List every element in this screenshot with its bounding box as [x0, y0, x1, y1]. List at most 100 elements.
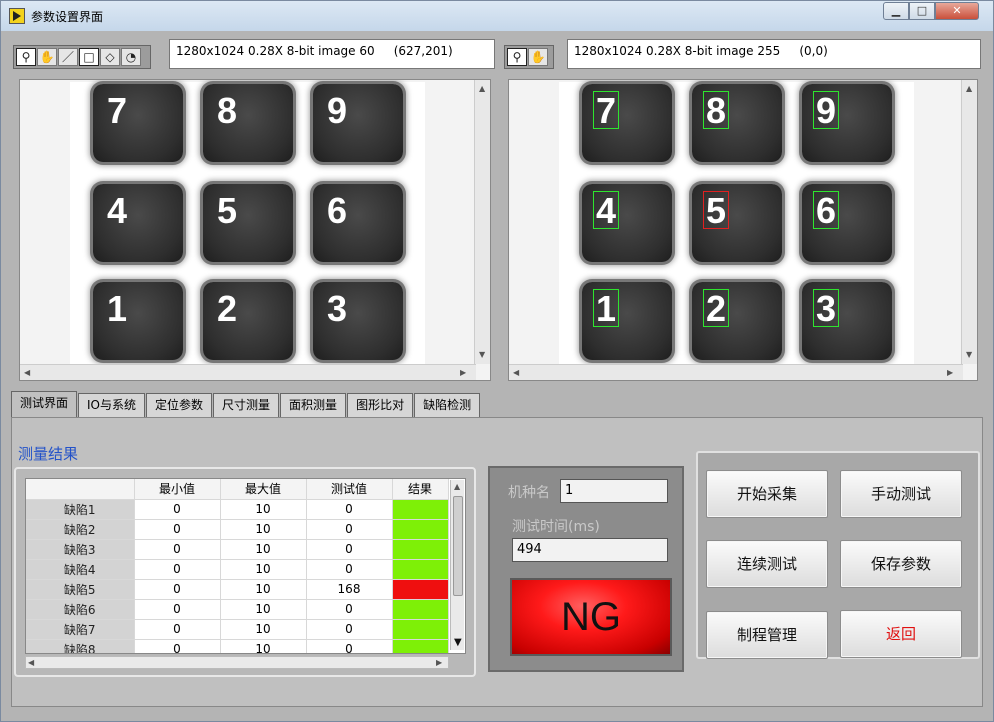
manual-test-button[interactable]: 手动测试 — [840, 470, 962, 518]
table-row: 缺陷2 0 10 0 — [26, 519, 449, 540]
tab-5[interactable]: 图形比对 — [347, 393, 414, 417]
cell-value: 0 — [306, 639, 393, 653]
cell-max: 10 — [220, 599, 307, 620]
table-row: 缺陷6 0 10 0 — [26, 599, 449, 620]
keypad-digit: 2 — [217, 288, 238, 329]
column-header: 测试值 — [306, 479, 393, 500]
keypad-digit: 9 — [327, 90, 348, 131]
left-image-display[interactable]: 7 8 9 4 5 6 1 2 3 ▲ ▼ ◀ ▶ — [19, 79, 491, 381]
right-viewer-toolbar: ⚲ ✋ — [504, 45, 554, 69]
save-params-button[interactable]: 保存参数 — [840, 540, 962, 588]
cell-max: 10 — [220, 559, 307, 580]
start-capture-button[interactable]: 开始采集 — [706, 470, 828, 518]
table-row: 缺陷1 0 10 0 — [26, 499, 449, 520]
tab-2[interactable]: 定位参数 — [146, 393, 213, 417]
tab-0[interactable]: 测试界面 — [11, 391, 78, 417]
cell-max: 10 — [220, 499, 307, 520]
zoom-icon[interactable]: ⚲ — [507, 48, 527, 66]
continuous-test-button[interactable]: 连续测试 — [706, 540, 828, 588]
hand-pan-icon[interactable]: ✋ — [528, 48, 548, 66]
keypad-key: 9 — [313, 84, 403, 162]
cell-name: 缺陷1 — [26, 499, 135, 520]
table-vertical-scroll-thumb[interactable] — [453, 496, 463, 596]
match-detection-box — [813, 289, 839, 327]
maximize-button[interactable]: □ — [909, 2, 935, 20]
tab-4[interactable]: 面积测量 — [280, 393, 347, 417]
cell-max: 10 — [220, 539, 307, 560]
title-bar: 参数设置界面 ▁ □ ✕ — [1, 1, 993, 31]
column-header — [26, 479, 135, 500]
left-viewer-toolbar: ⚲ ✋ ／ □ ◇ ◔ — [13, 45, 151, 69]
table-row: 缺陷8 0 10 0 — [26, 639, 449, 653]
keypad-key: 7 — [93, 84, 183, 162]
match-detection-box — [813, 191, 839, 229]
column-header: 结果 — [392, 479, 449, 500]
cell-name: 缺陷4 — [26, 559, 135, 580]
left-horizontal-scrollbar[interactable]: ◀ ▶ — [20, 364, 476, 380]
rectangle-icon[interactable]: □ — [79, 48, 99, 66]
keypad-key: 6 — [313, 184, 403, 262]
line-icon[interactable]: ／ — [58, 48, 78, 66]
keypad-digit: 3 — [327, 288, 348, 329]
hand-pan-icon[interactable]: ✋ — [37, 48, 57, 66]
control-button-panel: 开始采集 手动测试 连续测试 保存参数 制程管理 返回 — [696, 451, 980, 659]
cell-min: 0 — [134, 599, 221, 620]
keypad-digit: 8 — [217, 90, 238, 131]
table-header-row: 最小值 最大值 测试值 结果 — [26, 479, 449, 500]
right-image-display[interactable]: 789456123 ▲ ▼ ◀ ▶ — [508, 79, 978, 381]
circle-icon[interactable]: ◔ — [121, 48, 141, 66]
cell-min: 0 — [134, 539, 221, 560]
cell-min: 0 — [134, 639, 221, 653]
back-button[interactable]: 返回 — [840, 610, 962, 658]
window-title: 参数设置界面 — [31, 10, 104, 24]
minimize-button[interactable]: ▁ — [883, 2, 909, 20]
test-time-field: 494 — [512, 538, 668, 562]
match-detection-box — [703, 91, 729, 129]
close-button[interactable]: ✕ — [935, 2, 979, 20]
cell-min: 0 — [134, 619, 221, 640]
keypad-key: 4 — [93, 184, 183, 262]
results-table[interactable]: 最小值 最大值 测试值 结果 缺陷1 0 10 0 缺陷2 0 10 0 缺陷3 0 10 0 缺陷4 0 10 0… — [25, 478, 466, 654]
cell-result-indicator — [392, 539, 449, 560]
match-detection-box — [593, 91, 619, 129]
zoom-icon[interactable]: ⚲ — [16, 48, 36, 66]
keypad-digit: 7 — [107, 90, 128, 131]
right-image-info: 1280x1024 0.28X 8-bit image 255 (0,0) — [567, 39, 981, 69]
cell-value: 0 — [306, 599, 393, 620]
table-row: 缺陷5 0 10 168 — [26, 579, 449, 600]
cell-value: 0 — [306, 499, 393, 520]
cell-value: 0 — [306, 519, 393, 540]
match-detection-box — [593, 289, 619, 327]
cell-result-indicator — [392, 639, 449, 653]
cell-max: 10 — [220, 579, 307, 600]
left-vertical-scrollbar[interactable]: ▲ ▼ — [474, 80, 490, 364]
cell-min: 0 — [134, 579, 221, 600]
process-manage-button[interactable]: 制程管理 — [706, 611, 828, 659]
cell-name: 缺陷6 — [26, 599, 135, 620]
cell-result-indicator — [392, 499, 449, 520]
results-title: 测量结果 — [18, 445, 79, 463]
cell-value: 0 — [306, 619, 393, 640]
right-vertical-scrollbar[interactable]: ▲ ▼ — [961, 80, 977, 364]
tab-6[interactable]: 缺陷检测 — [414, 393, 481, 417]
cell-name: 缺陷8 — [26, 639, 135, 653]
table-row: 缺陷3 0 10 0 — [26, 539, 449, 560]
keypad-key: 1 — [93, 282, 183, 360]
match-detection-box — [593, 191, 619, 229]
column-header: 最大值 — [220, 479, 307, 500]
right-horizontal-scrollbar[interactable]: ◀ ▶ — [509, 364, 963, 380]
results-table-frame: 最小值 最大值 测试值 结果 缺陷1 0 10 0 缺陷2 0 10 0 缺陷3 0 10 0 缺陷4 0 10 0… — [14, 467, 476, 677]
cell-result-indicator — [392, 619, 449, 640]
cell-max: 10 — [220, 639, 307, 653]
keypad-key: 3 — [313, 282, 403, 360]
cell-result-indicator — [392, 579, 449, 600]
rotated-rect-icon[interactable]: ◇ — [100, 48, 120, 66]
tab-3[interactable]: 尺寸测量 — [213, 393, 280, 417]
table-horizontal-scrollbar[interactable]: ◀ ▶ — [25, 656, 449, 669]
left-image-info: 1280x1024 0.28X 8-bit image 60 (627,201) — [169, 39, 495, 69]
model-field[interactable]: 1 — [560, 479, 668, 503]
cell-value: 0 — [306, 559, 393, 580]
cell-name: 缺陷7 — [26, 619, 135, 640]
tab-1[interactable]: IO与系统 — [78, 393, 146, 417]
table-vertical-scrollbar[interactable]: ▲ ▼ — [450, 480, 464, 650]
